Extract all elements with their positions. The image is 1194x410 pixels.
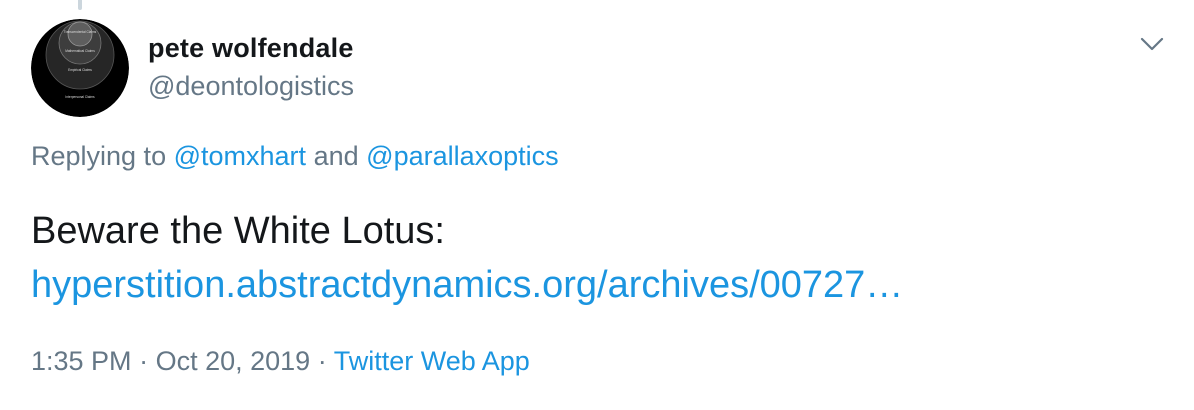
tweet-source-link[interactable]: Twitter Web App <box>334 346 530 376</box>
replying-prefix: Replying to <box>31 141 167 171</box>
thread-connector-line <box>78 0 82 10</box>
author-handle[interactable]: @deontologistics <box>148 71 354 102</box>
meta-separator-2: · <box>317 346 327 376</box>
avatar-label-3: Empirical Claims <box>68 68 92 72</box>
tweet-body: Beware the White Lotus: hyperstition.abs… <box>31 204 903 312</box>
avatar-label-1: Transcendental Claims <box>64 30 97 34</box>
reply-user-link-1[interactable]: @tomxhart <box>174 141 306 171</box>
tweet-menu-button[interactable] <box>1139 31 1165 57</box>
reply-user-link-2[interactable]: @parallaxoptics <box>366 141 559 171</box>
avatar-label-2: Mathematical Claims <box>65 49 95 53</box>
tweet-date[interactable]: Oct 20, 2019 <box>156 346 311 376</box>
avatar-image: Transcendental Claims Mathematical Claim… <box>31 19 129 117</box>
tweet-meta: 1:35 PM · Oct 20, 2019 · Twitter Web App <box>31 346 530 377</box>
replying-to-line: Replying to @tomxhart and @parallaxoptic… <box>31 141 559 172</box>
meta-separator-1: · <box>139 346 149 376</box>
replying-joiner: and <box>313 141 359 171</box>
chevron-down-icon <box>1140 37 1164 51</box>
tweet-link[interactable]: hyperstition.abstractdynamics.org/archiv… <box>31 258 903 312</box>
tweet-text: Beware the White Lotus: <box>31 210 445 252</box>
tweet-time[interactable]: 1:35 PM <box>31 346 132 376</box>
author-display-name[interactable]: pete wolfendale <box>148 33 354 64</box>
avatar[interactable]: Transcendental Claims Mathematical Claim… <box>31 19 129 117</box>
avatar-label-4: Interpersonal Claims <box>65 95 95 99</box>
